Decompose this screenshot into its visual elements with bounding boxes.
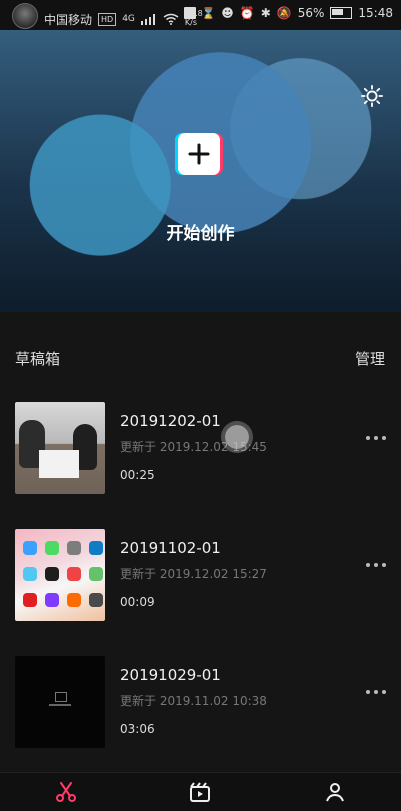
square-icon	[183, 7, 196, 19]
wifi-icon	[163, 13, 179, 25]
more-icon[interactable]	[366, 436, 386, 440]
draft-updated: 更新于 2019.11.02 10:38	[120, 694, 267, 708]
draft-updated: 更新于 2019.12.02 15:27	[120, 567, 267, 581]
plus-icon	[188, 143, 210, 165]
manage-button[interactable]: 管理	[355, 348, 385, 369]
face-icon: ☻	[221, 6, 234, 20]
draft-item[interactable]: 20191102-01 更新于 2019.12.02 15:27 00:09	[0, 529, 401, 623]
person-icon	[326, 783, 344, 802]
battery-icon	[330, 7, 353, 19]
nav-templates[interactable]	[187, 779, 213, 805]
bluetooth-icon: ✱	[260, 6, 271, 20]
nav-edit[interactable]	[53, 779, 79, 805]
draft-duration: 00:25	[120, 468, 155, 482]
hero-banner: 开始创作	[0, 30, 401, 312]
status-right: ⌛ ☻ ⏰ ✱ 🔕 56% 15:48	[183, 6, 393, 20]
settings-button[interactable]	[361, 85, 383, 111]
draft-thumbnail[interactable]	[15, 656, 105, 748]
create-label[interactable]: 开始创作	[0, 219, 401, 244]
draft-title: 20191102-01	[120, 539, 221, 557]
draft-thumbnail[interactable]	[15, 402, 105, 494]
signal-icon	[140, 14, 155, 25]
touch-indicator	[225, 425, 249, 449]
clock: 15:48	[358, 6, 393, 20]
drafts-title: 草稿箱	[15, 350, 61, 368]
hd-badge: HD	[98, 12, 117, 26]
battery-percent: 56%	[297, 6, 325, 20]
draft-title: 20191029-01	[120, 666, 221, 684]
nav-profile[interactable]	[322, 779, 348, 805]
network-type: 4G	[122, 14, 135, 24]
more-icon[interactable]	[366, 690, 386, 694]
create-button[interactable]	[178, 133, 220, 175]
hourglass-icon: ⌛	[201, 6, 216, 20]
clapperboard-icon	[190, 782, 210, 802]
gear-icon	[361, 85, 383, 107]
draft-item[interactable]: 20191202-01 更新于 2019.12.02 15:45 00:25	[0, 402, 401, 496]
bell-off-icon: 🔕	[276, 6, 292, 20]
avatar	[12, 3, 38, 29]
scissors-icon	[56, 782, 76, 802]
draft-item[interactable]: 20191029-01 更新于 2019.11.02 10:38 03:06	[0, 656, 401, 750]
bottom-navigation	[0, 772, 401, 811]
draft-duration: 00:09	[120, 595, 155, 609]
status-bar: 中国移动 HD 4G 36.8 K/s ⌛ ☻ ⏰ ✱ 🔕 56% 15:48	[0, 0, 401, 30]
draft-thumbnail[interactable]	[15, 529, 105, 621]
alarm-icon: ⏰	[239, 6, 255, 20]
status-left: 中国移动 HD 4G 36.8 K/s	[12, 3, 203, 32]
drafts-section: 草稿箱 管理 20191202-01 更新于 2019.12.02 15:45 …	[0, 312, 401, 772]
more-icon[interactable]	[366, 563, 386, 567]
draft-title: 20191202-01	[120, 412, 221, 430]
draft-duration: 03:06	[120, 722, 155, 736]
carrier-label: 中国移动	[44, 12, 93, 27]
